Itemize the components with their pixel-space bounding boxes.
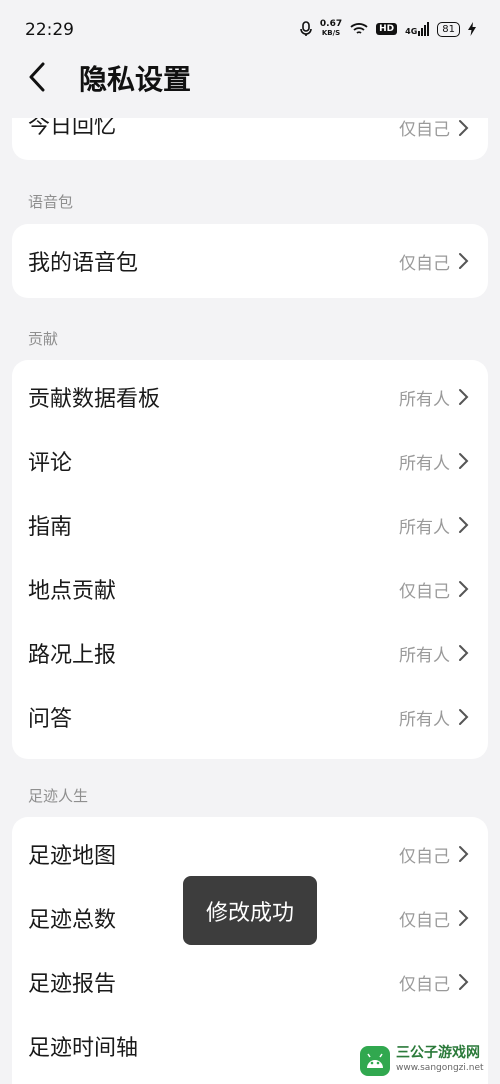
- row-value: 仅自己: [399, 910, 450, 931]
- row-label: 贡献数据看板: [28, 387, 161, 412]
- chevron-right-icon: [459, 709, 469, 725]
- section-title-contribution: 贡献: [28, 330, 59, 348]
- row-value: 所有人: [399, 517, 450, 538]
- back-arrow-icon: [29, 62, 45, 92]
- net-speed-value: 0.67: [319, 19, 343, 29]
- signal-icon: 4G: [405, 22, 430, 36]
- chevron-right-icon: [459, 453, 469, 469]
- row-label: 地点贡献: [28, 579, 117, 604]
- chevron-right-icon: [459, 389, 469, 405]
- chevron-right-icon: [459, 253, 469, 269]
- watermark-text: 三公子游戏网 www.sangongzi.net: [396, 1046, 484, 1076]
- row-value: 仅自己: [399, 253, 450, 274]
- row-label: 足迹报告: [28, 972, 117, 997]
- row-label: 今日回忆: [28, 118, 117, 139]
- chevron-right-icon: [459, 517, 469, 533]
- list-item-memories[interactable]: 今日回忆 仅自己: [12, 118, 488, 160]
- battery-level: 81: [442, 23, 455, 35]
- row-right: 仅自己: [399, 249, 470, 274]
- network-type: 4G: [405, 27, 418, 36]
- row-right: 所有人: [399, 385, 470, 410]
- list-item-traffic-report[interactable]: 路况上报 所有人: [12, 621, 488, 685]
- list-item-voice-pack[interactable]: 我的语音包 仅自己: [12, 224, 488, 298]
- microphone-icon: [300, 21, 312, 36]
- section-title-footprints: 足迹人生: [28, 787, 89, 805]
- row-value: 仅自己: [399, 581, 450, 602]
- row-label: 足迹地图: [28, 844, 117, 869]
- watermark-name: 三公子游戏网: [396, 1045, 480, 1061]
- list-item-contribution-dashboard[interactable]: 贡献数据看板 所有人: [12, 365, 488, 429]
- row-label: 足迹总数: [28, 908, 117, 933]
- list-item-comments[interactable]: 评论 所有人: [12, 429, 488, 493]
- chevron-right-icon: [459, 645, 469, 661]
- hd-badge: HD: [376, 23, 398, 35]
- memories-card: 今日回忆 仅自己: [12, 118, 488, 160]
- row-value: 仅自己: [399, 120, 450, 140]
- net-speed-unit: KB/S: [321, 29, 341, 37]
- list-item-qa[interactable]: 问答 所有人: [12, 685, 488, 749]
- row-right: 仅自己: [399, 577, 470, 602]
- row-value: 仅自己: [399, 974, 450, 995]
- chevron-right-icon: [459, 974, 469, 990]
- list-item-footprint-report[interactable]: 足迹报告 仅自己: [12, 950, 488, 1014]
- battery-icon: 81: [437, 21, 460, 37]
- row-right: 仅自己: [399, 906, 470, 931]
- row-right: 仅自己: [399, 842, 470, 867]
- watermark-url: www.sangongzi.net: [396, 1063, 484, 1073]
- row-right: 所有人: [399, 705, 470, 730]
- status-bar: 22:29 0.67 KB/S HD 4G 81: [0, 0, 500, 60]
- chevron-right-icon: [459, 910, 469, 926]
- row-label: 我的语音包: [28, 251, 139, 276]
- chevron-right-icon: [459, 119, 469, 136]
- row-right: 所有人: [399, 641, 470, 666]
- page-title: 隐私设置: [79, 63, 192, 96]
- voice-card: 我的语音包 仅自己: [12, 224, 488, 298]
- back-button[interactable]: [28, 60, 58, 94]
- header: 隐私设置: [0, 60, 500, 118]
- wifi-icon: [350, 23, 368, 34]
- row-value: 所有人: [399, 389, 450, 410]
- android-logo-icon: [360, 1046, 390, 1076]
- chevron-right-icon: [459, 581, 469, 597]
- list-item-guides[interactable]: 指南 所有人: [12, 493, 488, 557]
- row-value: 仅自己: [399, 846, 450, 867]
- net-speed: 0.67 KB/S: [320, 20, 342, 38]
- row-label: 路况上报: [28, 643, 117, 668]
- toast-message: 修改成功: [183, 876, 317, 945]
- row-label: 指南: [28, 515, 73, 540]
- contribution-card: 贡献数据看板 所有人 评论 所有人 指南 所有人 地点贡献 仅自己 路况上报 所…: [12, 360, 488, 759]
- status-icons: 0.67 KB/S HD 4G 81: [300, 20, 476, 38]
- row-right: 仅自己: [399, 118, 470, 140]
- section-title-voice: 语音包: [28, 193, 74, 211]
- row-label: 问答: [28, 707, 73, 732]
- chevron-right-icon: [459, 846, 469, 862]
- row-value: 所有人: [399, 453, 450, 474]
- row-right: 仅自己: [399, 970, 470, 995]
- list-item-place-contribution[interactable]: 地点贡献 仅自己: [12, 557, 488, 621]
- status-time: 22:29: [25, 20, 74, 40]
- row-right: 所有人: [399, 513, 470, 538]
- row-label: 评论: [28, 451, 73, 476]
- row-right: 所有人: [399, 449, 470, 474]
- charging-icon: [468, 22, 476, 36]
- row-value: 所有人: [399, 645, 450, 666]
- site-watermark: 三公子游戏网 www.sangongzi.net: [360, 1044, 490, 1078]
- row-value: 所有人: [399, 709, 450, 730]
- row-label: 足迹时间轴: [28, 1036, 139, 1061]
